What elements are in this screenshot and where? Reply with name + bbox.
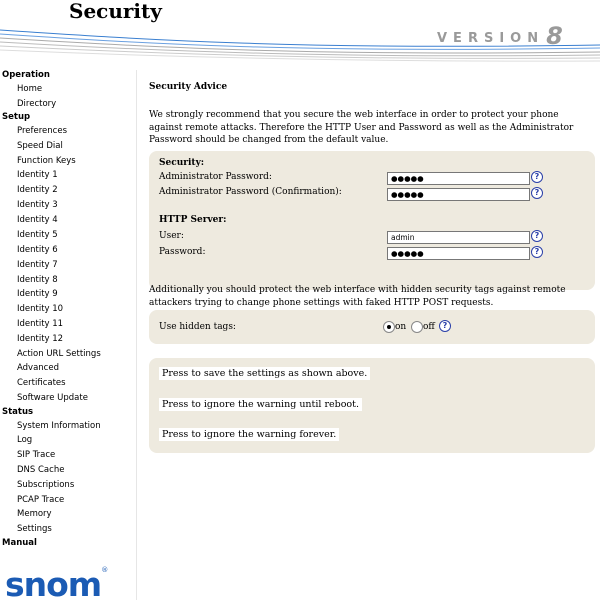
sidebar-item-settings[interactable]: Settings [17, 524, 52, 534]
version-word: VERSION [437, 31, 545, 46]
credentials-panel: Security: Administrator Password: ? Admi… [149, 151, 595, 290]
http-password-field[interactable] [387, 247, 530, 260]
hidden-tags-paragraph: Additionally you should protect the web … [149, 285, 566, 308]
admin-password-confirm-label: Administrator Password (Confirmation): [159, 187, 342, 197]
help-icon-hidden-tags[interactable]: ? [439, 320, 451, 332]
sidebar-item-pcap-trace[interactable]: PCAP Trace [17, 495, 64, 505]
help-icon-admin-password-confirm[interactable]: ? [531, 187, 543, 199]
nav-group-setup[interactable]: Setup [2, 112, 30, 122]
section-heading: Security Advice [149, 82, 228, 92]
sidebar-item-identity-9[interactable]: Identity 9 [17, 289, 58, 299]
sidebar-item-identity-5[interactable]: Identity 5 [17, 230, 58, 240]
sidebar-item-identity-3[interactable]: Identity 3 [17, 200, 58, 210]
http-password-label: Password: [159, 247, 206, 257]
page-title: Security [69, 0, 162, 23]
sidebar-item-action-url-settings[interactable]: Action URL Settings [17, 349, 101, 359]
sidebar-item-identity-7[interactable]: Identity 7 [17, 260, 58, 270]
http-user-label: User: [159, 231, 184, 241]
sidebar-item-identity-1[interactable]: Identity 1 [17, 170, 58, 180]
hidden-tags-panel: Use hidden tags: on off ? [149, 310, 595, 344]
ignore-until-reboot-button[interactable]: Press to ignore the warning until reboot… [159, 398, 362, 411]
intro-paragraph: We strongly recommend that you secure th… [149, 110, 574, 145]
sidebar-item-identity-12[interactable]: Identity 12 [17, 334, 63, 344]
admin-password-confirm-field[interactable] [387, 188, 530, 201]
sidebar-item-system-information[interactable]: System Information [17, 421, 101, 431]
hidden-tags-label: Use hidden tags: [159, 322, 236, 332]
actions-panel: Press to save the settings as shown abov… [149, 358, 595, 453]
sidebar-item-dns-cache[interactable]: DNS Cache [17, 465, 64, 475]
security-title: Security: [159, 158, 205, 168]
sidebar-item-advanced[interactable]: Advanced [17, 363, 59, 373]
sidebar-item-speed-dial[interactable]: Speed Dial [17, 141, 63, 151]
ignore-forever-button[interactable]: Press to ignore the warning forever. [159, 428, 340, 441]
hidden-tags-on-radio[interactable] [383, 321, 395, 333]
sidebar-item-certificates[interactable]: Certificates [17, 378, 66, 388]
save-button[interactable]: Press to save the settings as shown abov… [159, 367, 371, 380]
http-user-field[interactable] [387, 231, 530, 244]
sidebar-item-identity-6[interactable]: Identity 6 [17, 245, 58, 255]
nav-group-manual[interactable]: Manual [2, 538, 37, 548]
sidebar-item-identity-4[interactable]: Identity 4 [17, 215, 58, 225]
sidebar-item-memory[interactable]: Memory [17, 509, 52, 519]
sidebar-item-identity-8[interactable]: Identity 8 [17, 275, 58, 285]
version-label: VERSION8 [437, 20, 563, 50]
sidebar-item-identity-10[interactable]: Identity 10 [17, 304, 63, 314]
sidebar: Operation Home Directory Setup Preferenc… [0, 70, 137, 600]
header: Security VERSION8 [0, 0, 600, 64]
sidebar-item-identity-11[interactable]: Identity 11 [17, 319, 63, 329]
logo-registered-mark: ® [101, 566, 108, 574]
admin-password-label: Administrator Password: [159, 172, 272, 182]
nav-group-status[interactable]: Status [2, 407, 33, 417]
help-icon-admin-password[interactable]: ? [531, 171, 543, 183]
nav-group-operation[interactable]: Operation [2, 70, 50, 80]
sidebar-item-subscriptions[interactable]: Subscriptions [17, 480, 74, 490]
sidebar-item-software-update[interactable]: Software Update [17, 393, 88, 403]
sidebar-item-home[interactable]: Home [17, 84, 42, 94]
logo-text: snom [5, 565, 102, 604]
sidebar-item-directory[interactable]: Directory [17, 99, 56, 109]
http-server-title: HTTP Server: [159, 215, 227, 225]
help-icon-http-password[interactable]: ? [531, 246, 543, 258]
hidden-tags-on-label: on [395, 322, 407, 332]
hidden-tags-off-radio[interactable] [411, 321, 423, 333]
sidebar-item-sip-trace[interactable]: SIP Trace [17, 450, 55, 460]
admin-password-field[interactable] [387, 172, 530, 185]
sidebar-item-log[interactable]: Log [17, 435, 32, 445]
sidebar-item-preferences[interactable]: Preferences [17, 126, 67, 136]
hidden-tags-off-label: off [423, 322, 435, 332]
snom-logo: snom® [5, 565, 108, 604]
sidebar-item-identity-2[interactable]: Identity 2 [17, 185, 58, 195]
version-number: 8 [546, 22, 563, 50]
sidebar-item-function-keys[interactable]: Function Keys [17, 156, 76, 166]
help-icon-http-user[interactable]: ? [531, 230, 543, 242]
